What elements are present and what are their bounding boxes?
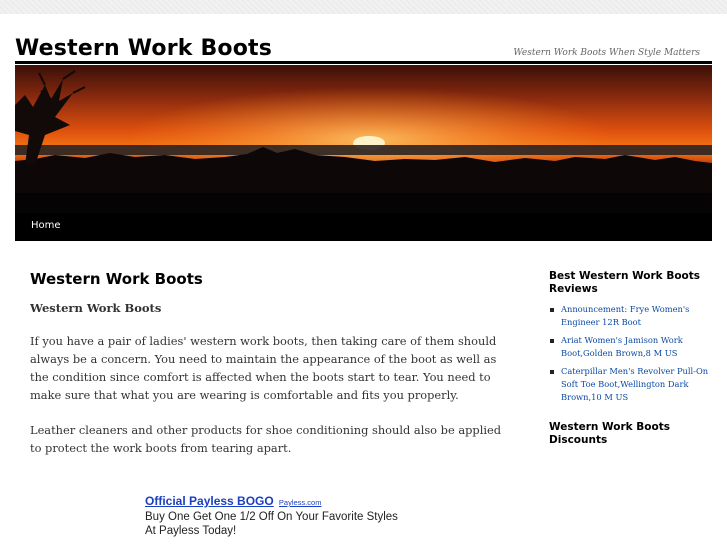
- header-rule: [15, 61, 712, 64]
- reviews-list: Announcement: Frye Women's Engineer 12R …: [549, 303, 719, 404]
- list-item: Announcement: Frye Women's Engineer 12R …: [549, 303, 719, 329]
- post-paragraph: If you have a pair of ladies' western wo…: [30, 334, 497, 402]
- review-link[interactable]: Caterpillar Men's Revolver Pull-On Soft …: [561, 366, 708, 402]
- nav-home-link[interactable]: Home: [31, 220, 61, 231]
- ad-title-link[interactable]: Official Payless BOGO: [145, 494, 274, 508]
- post-paragraph: Leather cleaners and other products for …: [30, 423, 502, 455]
- main-navigation: Home: [15, 213, 712, 241]
- site-title[interactable]: Western Work Boots: [15, 36, 272, 61]
- list-item: Ariat Women's Jamison Work Boot,Golden B…: [549, 334, 719, 360]
- text-ad: Official Payless BOGO Payless.com Buy On…: [145, 494, 405, 538]
- post-subtitle: Western Work Boots: [30, 301, 162, 315]
- post-title[interactable]: Western Work Boots: [30, 270, 510, 288]
- list-item: Caterpillar Men's Revolver Pull-On Soft …: [549, 365, 719, 404]
- header-banner-image: [15, 65, 712, 213]
- widget-title-discounts: Western Work Boots Discounts: [549, 421, 670, 446]
- main-content: Western Work Boots Western Work Boots If…: [30, 270, 510, 457]
- review-link[interactable]: Ariat Women's Jamison Work Boot,Golden B…: [561, 335, 683, 358]
- bullet-icon: [550, 339, 554, 343]
- ad-url-link[interactable]: Payless.com: [279, 498, 322, 507]
- site-description: Western Work Boots When Style Matters: [513, 48, 700, 58]
- sidebar: Best Western Work Boots Reviews Announce…: [549, 270, 719, 447]
- bullet-icon: [550, 308, 554, 312]
- ad-text: Buy One Get One 1/2 Off On Your Favorite…: [145, 511, 398, 537]
- review-link[interactable]: Announcement: Frye Women's Engineer 12R …: [561, 304, 689, 327]
- widget-title-reviews: Best Western Work Boots Reviews: [549, 270, 701, 295]
- bullet-icon: [550, 370, 554, 374]
